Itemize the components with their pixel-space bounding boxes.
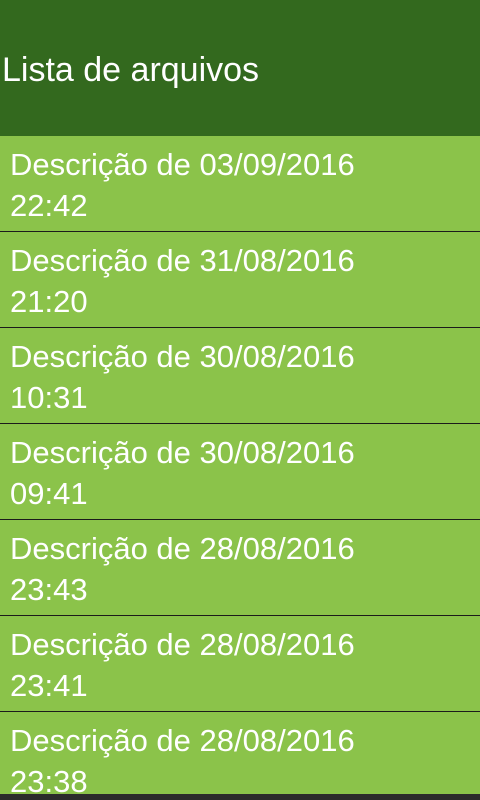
list-item-label: Descrição de 31/08/2016 21:20 <box>10 243 355 319</box>
list-item[interactable]: Descrição de 28/08/2016 23:43 <box>0 520 480 616</box>
list-item-label: Descrição de 28/08/2016 23:43 <box>10 531 355 607</box>
page-title: Lista de arquivos <box>2 51 260 89</box>
status-bar <box>0 0 480 24</box>
list-item-label: Descrição de 28/08/2016 23:41 <box>10 627 355 703</box>
navigation-bar <box>0 794 480 800</box>
app-bar: Lista de arquivos <box>0 0 480 136</box>
app-screen: Lista de arquivos Descrição de 03/09/201… <box>0 0 480 800</box>
list-item-label: Descrição de 28/08/2016 23:38 <box>10 723 355 794</box>
list-item[interactable]: Descrição de 28/08/2016 23:38 <box>0 712 480 794</box>
list-item-label: Descrição de 03/09/2016 22:42 <box>10 147 355 223</box>
list-item[interactable]: Descrição de 28/08/2016 23:41 <box>0 616 480 712</box>
list-item-label: Descrição de 30/08/2016 10:31 <box>10 339 355 415</box>
list-item[interactable]: Descrição de 03/09/2016 22:42 <box>0 136 480 232</box>
list-item[interactable]: Descrição de 30/08/2016 10:31 <box>0 328 480 424</box>
list-item[interactable]: Descrição de 30/08/2016 09:41 <box>0 424 480 520</box>
file-list[interactable]: Descrição de 03/09/2016 22:42 Descrição … <box>0 136 480 794</box>
list-item-label: Descrição de 30/08/2016 09:41 <box>10 435 355 511</box>
list-item[interactable]: Descrição de 31/08/2016 21:20 <box>0 232 480 328</box>
